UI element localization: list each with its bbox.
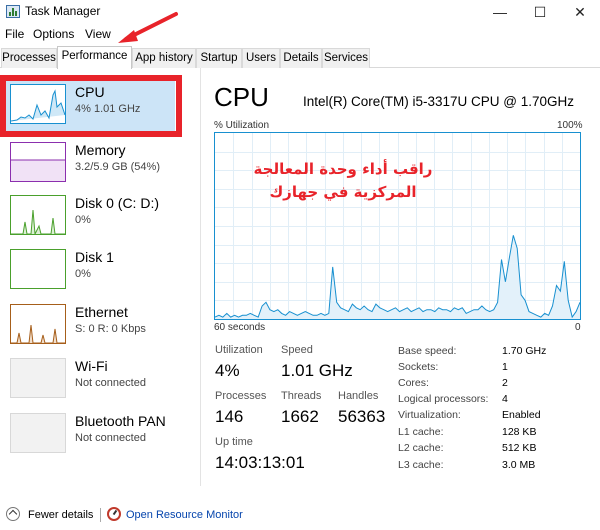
resource-bluetooth-pan[interactable]: Bluetooth PAN Not connected: [0, 409, 200, 463]
tab-startup[interactable]: Startup: [196, 48, 242, 68]
resource-bluetooth-detail: Not connected: [75, 432, 146, 444]
wifi-thumbnail: [10, 358, 66, 398]
resource-disk-0-label: Disk 0 (C: D:): [75, 195, 159, 211]
tab-app-history[interactable]: App history: [132, 48, 196, 68]
tab-performance[interactable]: Performance: [57, 46, 132, 69]
open-resource-monitor-link[interactable]: Open Resource Monitor: [126, 509, 243, 521]
title-bar: Task Manager — ☐ ✕: [0, 0, 600, 24]
resource-disk-1[interactable]: Disk 1 0%: [0, 245, 200, 299]
spec-label: Logical processors:: [398, 393, 489, 405]
tab-services[interactable]: Services: [322, 48, 370, 68]
tab-details[interactable]: Details: [280, 48, 322, 68]
spec-label: Sockets:: [398, 361, 439, 373]
handles-label: Handles: [338, 390, 379, 402]
spec-value: 128 KB: [502, 426, 537, 438]
tab-bar: Processes Performance App history Startu…: [0, 46, 600, 69]
minimize-button[interactable]: —: [480, 1, 520, 23]
disk1-thumbnail: [10, 249, 66, 289]
spec-label: L3 cache:: [398, 459, 444, 471]
handles-value: 56363: [338, 407, 386, 426]
processes-value: 146: [215, 407, 244, 426]
spec-value: 2: [502, 377, 508, 389]
pane-divider: [200, 68, 201, 486]
resource-disk-0[interactable]: Disk 0 (C: D:) 0%: [0, 191, 200, 245]
resource-wifi-label: Wi-Fi: [75, 358, 108, 374]
bluetooth-thumbnail: [10, 413, 66, 453]
resource-wifi[interactable]: Wi-Fi Not connected: [0, 354, 200, 408]
tab-users[interactable]: Users: [242, 48, 280, 68]
utilization-axis-label: % Utilization: [214, 120, 270, 131]
menu-bar: File Options View: [0, 25, 600, 43]
processes-label: Processes: [215, 390, 267, 402]
fewer-details-button[interactable]: Fewer details: [28, 509, 93, 521]
resource-memory[interactable]: Memory 3.2/5.9 GB (54%): [0, 138, 200, 192]
task-manager-icon: [6, 5, 20, 18]
maximize-button[interactable]: ☐: [520, 1, 560, 23]
graph-x-right-label: 0: [575, 322, 581, 333]
ethernet-thumbnail: [10, 304, 66, 344]
close-button[interactable]: ✕: [560, 1, 600, 23]
cpu-model: Intel(R) Core(TM) i5-3317U CPU @ 1.70GHz: [303, 94, 575, 109]
spec-value: 1: [502, 361, 508, 373]
threads-label: Threads: [281, 390, 322, 402]
threads-value: 1662: [281, 407, 319, 426]
annotation-arrow-icon: [118, 12, 178, 43]
spec-label: L2 cache:: [398, 442, 444, 454]
spec-label: L1 cache:: [398, 426, 444, 438]
resource-disk-0-detail: 0%: [75, 214, 91, 226]
page-title: CPU: [214, 82, 269, 112]
utilization-value: 4%: [215, 361, 240, 380]
menu-view[interactable]: View: [85, 27, 111, 41]
resource-disk-1-label: Disk 1: [75, 249, 114, 265]
annotation-highlight-box: [0, 75, 182, 137]
spec-value: 512 KB: [502, 442, 537, 454]
bottom-bar: Fewer details Open Resource Monitor: [0, 503, 600, 527]
resource-wifi-detail: Not connected: [75, 377, 146, 389]
tab-processes[interactable]: Processes: [1, 48, 57, 68]
menu-file[interactable]: File: [5, 27, 24, 41]
spec-label: Base speed:: [398, 345, 457, 357]
spec-label: Cores:: [398, 377, 429, 389]
bottom-divider: [100, 508, 101, 522]
resource-ethernet-detail: S: 0 R: 0 Kbps: [75, 323, 146, 335]
graph-x-left-label: 60 seconds: [214, 322, 266, 333]
spec-label: Virtualization:: [398, 409, 461, 421]
annotation-text: راقب أداء وحدة المعالجة المركزية في جهاز…: [253, 160, 433, 201]
speed-label: Speed: [281, 344, 313, 356]
resource-ethernet[interactable]: Ethernet S: 0 R: 0 Kbps: [0, 300, 200, 354]
uptime-label: Up time: [215, 436, 253, 448]
spec-value: 1.70 GHz: [502, 345, 547, 357]
resource-monitor-icon[interactable]: [107, 507, 121, 521]
resource-memory-detail: 3.2/5.9 GB (54%): [75, 161, 160, 173]
speed-value: 1.01 GHz: [281, 361, 353, 380]
window-title: Task Manager: [25, 4, 101, 18]
utilization-axis-max: 100%: [557, 120, 583, 131]
utilization-label: Utilization: [215, 344, 263, 356]
menu-options[interactable]: Options: [33, 27, 74, 41]
resource-disk-1-detail: 0%: [75, 268, 91, 280]
uptime-value: 14:03:13:01: [215, 453, 305, 472]
resource-memory-label: Memory: [75, 142, 126, 158]
spec-value: 4: [502, 393, 508, 405]
spec-value: Enabled: [502, 409, 541, 421]
memory-thumbnail: [10, 142, 66, 182]
resource-ethernet-label: Ethernet: [75, 304, 128, 320]
disk0-thumbnail: [10, 195, 66, 235]
spec-value: 3.0 MB: [502, 459, 536, 471]
resource-bluetooth-label: Bluetooth PAN: [75, 413, 166, 429]
chevron-up-icon[interactable]: [6, 507, 20, 521]
